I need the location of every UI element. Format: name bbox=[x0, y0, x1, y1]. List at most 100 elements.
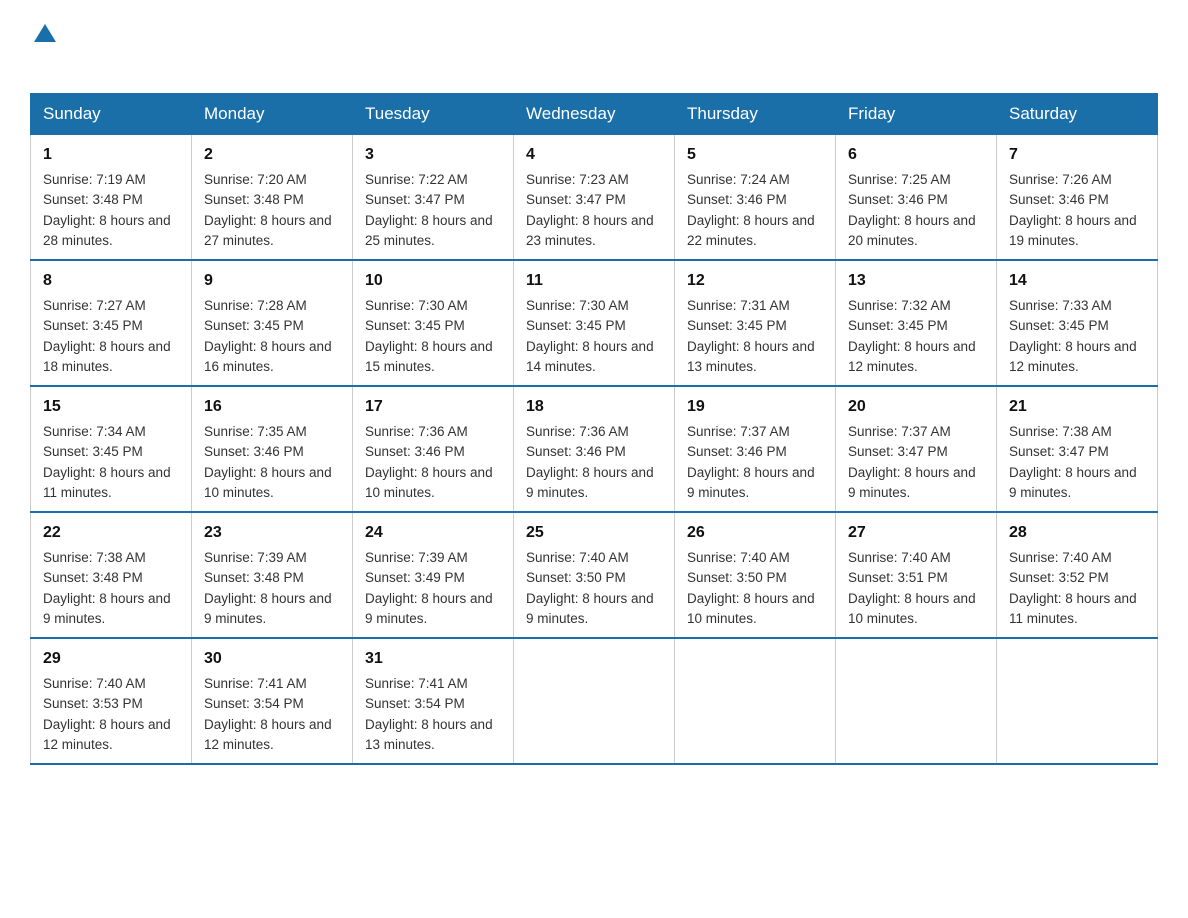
column-header-sunday: Sunday bbox=[31, 94, 192, 135]
column-header-thursday: Thursday bbox=[675, 94, 836, 135]
sunset-label: Sunset: 3:45 PM bbox=[365, 318, 465, 333]
sunrise-label: Sunrise: 7:23 AM bbox=[526, 172, 629, 187]
day-number: 21 bbox=[1009, 395, 1145, 419]
sunrise-label: Sunrise: 7:40 AM bbox=[848, 550, 951, 565]
sunset-label: Sunset: 3:54 PM bbox=[365, 696, 465, 711]
sunset-label: Sunset: 3:45 PM bbox=[43, 318, 143, 333]
sunrise-label: Sunrise: 7:31 AM bbox=[687, 298, 790, 313]
calendar-cell: 30 Sunrise: 7:41 AM Sunset: 3:54 PM Dayl… bbox=[192, 638, 353, 764]
daylight-label: Daylight: 8 hours and 12 minutes. bbox=[848, 339, 976, 374]
day-number: 2 bbox=[204, 143, 340, 167]
sunrise-label: Sunrise: 7:22 AM bbox=[365, 172, 468, 187]
calendar-week-row: 1 Sunrise: 7:19 AM Sunset: 3:48 PM Dayli… bbox=[31, 135, 1158, 261]
sunset-label: Sunset: 3:51 PM bbox=[848, 570, 948, 585]
sunrise-label: Sunrise: 7:40 AM bbox=[687, 550, 790, 565]
sunrise-label: Sunrise: 7:38 AM bbox=[43, 550, 146, 565]
day-number: 31 bbox=[365, 647, 501, 671]
day-number: 12 bbox=[687, 269, 823, 293]
sunset-label: Sunset: 3:46 PM bbox=[687, 192, 787, 207]
calendar-cell: 10 Sunrise: 7:30 AM Sunset: 3:45 PM Dayl… bbox=[353, 260, 514, 386]
sunrise-label: Sunrise: 7:41 AM bbox=[365, 676, 468, 691]
sunrise-label: Sunrise: 7:26 AM bbox=[1009, 172, 1112, 187]
calendar-cell: 19 Sunrise: 7:37 AM Sunset: 3:46 PM Dayl… bbox=[675, 386, 836, 512]
day-number: 29 bbox=[43, 647, 179, 671]
sunset-label: Sunset: 3:45 PM bbox=[43, 444, 143, 459]
sunset-label: Sunset: 3:45 PM bbox=[687, 318, 787, 333]
sunset-label: Sunset: 3:46 PM bbox=[848, 192, 948, 207]
column-header-wednesday: Wednesday bbox=[514, 94, 675, 135]
day-number: 8 bbox=[43, 269, 179, 293]
daylight-label: Daylight: 8 hours and 9 minutes. bbox=[848, 465, 976, 500]
daylight-label: Daylight: 8 hours and 12 minutes. bbox=[43, 717, 171, 752]
daylight-label: Daylight: 8 hours and 9 minutes. bbox=[43, 591, 171, 626]
sunset-label: Sunset: 3:45 PM bbox=[204, 318, 304, 333]
daylight-label: Daylight: 8 hours and 11 minutes. bbox=[1009, 591, 1137, 626]
daylight-label: Daylight: 8 hours and 13 minutes. bbox=[365, 717, 493, 752]
calendar-cell: 17 Sunrise: 7:36 AM Sunset: 3:46 PM Dayl… bbox=[353, 386, 514, 512]
sunrise-label: Sunrise: 7:34 AM bbox=[43, 424, 146, 439]
daylight-label: Daylight: 8 hours and 9 minutes. bbox=[365, 591, 493, 626]
day-number: 28 bbox=[1009, 521, 1145, 545]
daylight-label: Daylight: 8 hours and 13 minutes. bbox=[687, 339, 815, 374]
daylight-label: Daylight: 8 hours and 23 minutes. bbox=[526, 213, 654, 248]
calendar-week-row: 15 Sunrise: 7:34 AM Sunset: 3:45 PM Dayl… bbox=[31, 386, 1158, 512]
sunrise-label: Sunrise: 7:33 AM bbox=[1009, 298, 1112, 313]
sunset-label: Sunset: 3:54 PM bbox=[204, 696, 304, 711]
calendar-week-row: 8 Sunrise: 7:27 AM Sunset: 3:45 PM Dayli… bbox=[31, 260, 1158, 386]
calendar-cell: 24 Sunrise: 7:39 AM Sunset: 3:49 PM Dayl… bbox=[353, 512, 514, 638]
sunset-label: Sunset: 3:47 PM bbox=[526, 192, 626, 207]
page-header bbox=[30, 20, 1158, 73]
calendar-cell: 11 Sunrise: 7:30 AM Sunset: 3:45 PM Dayl… bbox=[514, 260, 675, 386]
sunset-label: Sunset: 3:48 PM bbox=[204, 570, 304, 585]
calendar-cell: 31 Sunrise: 7:41 AM Sunset: 3:54 PM Dayl… bbox=[353, 638, 514, 764]
sunrise-label: Sunrise: 7:40 AM bbox=[1009, 550, 1112, 565]
sunrise-label: Sunrise: 7:25 AM bbox=[848, 172, 951, 187]
calendar-cell: 25 Sunrise: 7:40 AM Sunset: 3:50 PM Dayl… bbox=[514, 512, 675, 638]
sunrise-label: Sunrise: 7:30 AM bbox=[365, 298, 468, 313]
daylight-label: Daylight: 8 hours and 9 minutes. bbox=[204, 591, 332, 626]
calendar-cell bbox=[997, 638, 1158, 764]
column-header-tuesday: Tuesday bbox=[353, 94, 514, 135]
day-number: 18 bbox=[526, 395, 662, 419]
calendar-cell: 29 Sunrise: 7:40 AM Sunset: 3:53 PM Dayl… bbox=[31, 638, 192, 764]
calendar-cell: 18 Sunrise: 7:36 AM Sunset: 3:46 PM Dayl… bbox=[514, 386, 675, 512]
sunrise-label: Sunrise: 7:32 AM bbox=[848, 298, 951, 313]
calendar-cell: 14 Sunrise: 7:33 AM Sunset: 3:45 PM Dayl… bbox=[997, 260, 1158, 386]
day-number: 15 bbox=[43, 395, 179, 419]
calendar-cell: 7 Sunrise: 7:26 AM Sunset: 3:46 PM Dayli… bbox=[997, 135, 1158, 261]
sunrise-label: Sunrise: 7:37 AM bbox=[848, 424, 951, 439]
daylight-label: Daylight: 8 hours and 20 minutes. bbox=[848, 213, 976, 248]
sunset-label: Sunset: 3:45 PM bbox=[1009, 318, 1109, 333]
calendar-cell: 9 Sunrise: 7:28 AM Sunset: 3:45 PM Dayli… bbox=[192, 260, 353, 386]
day-number: 9 bbox=[204, 269, 340, 293]
column-header-monday: Monday bbox=[192, 94, 353, 135]
sunset-label: Sunset: 3:48 PM bbox=[204, 192, 304, 207]
calendar-cell: 15 Sunrise: 7:34 AM Sunset: 3:45 PM Dayl… bbox=[31, 386, 192, 512]
sunrise-label: Sunrise: 7:40 AM bbox=[43, 676, 146, 691]
day-number: 24 bbox=[365, 521, 501, 545]
daylight-label: Daylight: 8 hours and 10 minutes. bbox=[687, 591, 815, 626]
sunset-label: Sunset: 3:46 PM bbox=[687, 444, 787, 459]
sunset-label: Sunset: 3:47 PM bbox=[365, 192, 465, 207]
sunset-label: Sunset: 3:52 PM bbox=[1009, 570, 1109, 585]
sunrise-label: Sunrise: 7:41 AM bbox=[204, 676, 307, 691]
sunrise-label: Sunrise: 7:30 AM bbox=[526, 298, 629, 313]
calendar-cell: 2 Sunrise: 7:20 AM Sunset: 3:48 PM Dayli… bbox=[192, 135, 353, 261]
sunset-label: Sunset: 3:49 PM bbox=[365, 570, 465, 585]
sunset-label: Sunset: 3:46 PM bbox=[1009, 192, 1109, 207]
sunrise-label: Sunrise: 7:39 AM bbox=[204, 550, 307, 565]
sunset-label: Sunset: 3:50 PM bbox=[687, 570, 787, 585]
day-number: 27 bbox=[848, 521, 984, 545]
day-number: 13 bbox=[848, 269, 984, 293]
daylight-label: Daylight: 8 hours and 9 minutes. bbox=[526, 465, 654, 500]
sunrise-label: Sunrise: 7:39 AM bbox=[365, 550, 468, 565]
day-number: 25 bbox=[526, 521, 662, 545]
daylight-label: Daylight: 8 hours and 27 minutes. bbox=[204, 213, 332, 248]
daylight-label: Daylight: 8 hours and 28 minutes. bbox=[43, 213, 171, 248]
sunset-label: Sunset: 3:50 PM bbox=[526, 570, 626, 585]
sunset-label: Sunset: 3:48 PM bbox=[43, 570, 143, 585]
day-number: 3 bbox=[365, 143, 501, 167]
daylight-label: Daylight: 8 hours and 12 minutes. bbox=[204, 717, 332, 752]
sunrise-label: Sunrise: 7:27 AM bbox=[43, 298, 146, 313]
sunrise-label: Sunrise: 7:36 AM bbox=[365, 424, 468, 439]
